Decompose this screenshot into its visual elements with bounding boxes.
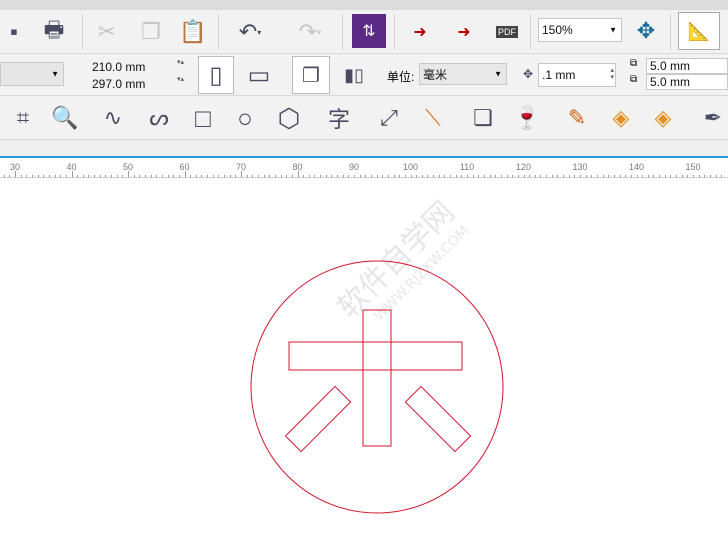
vertical-rect [362,309,392,447]
drawing-canvas[interactable]: 软件自学网 WWW.RJZXW.COM [0,0,728,551]
left-diagonal-rect [284,385,352,453]
horizontal-rect [288,341,463,371]
right-diagonal-rect [404,385,472,453]
watermark: 软件自学网 WWW.RJZXW.COM [331,195,472,326]
